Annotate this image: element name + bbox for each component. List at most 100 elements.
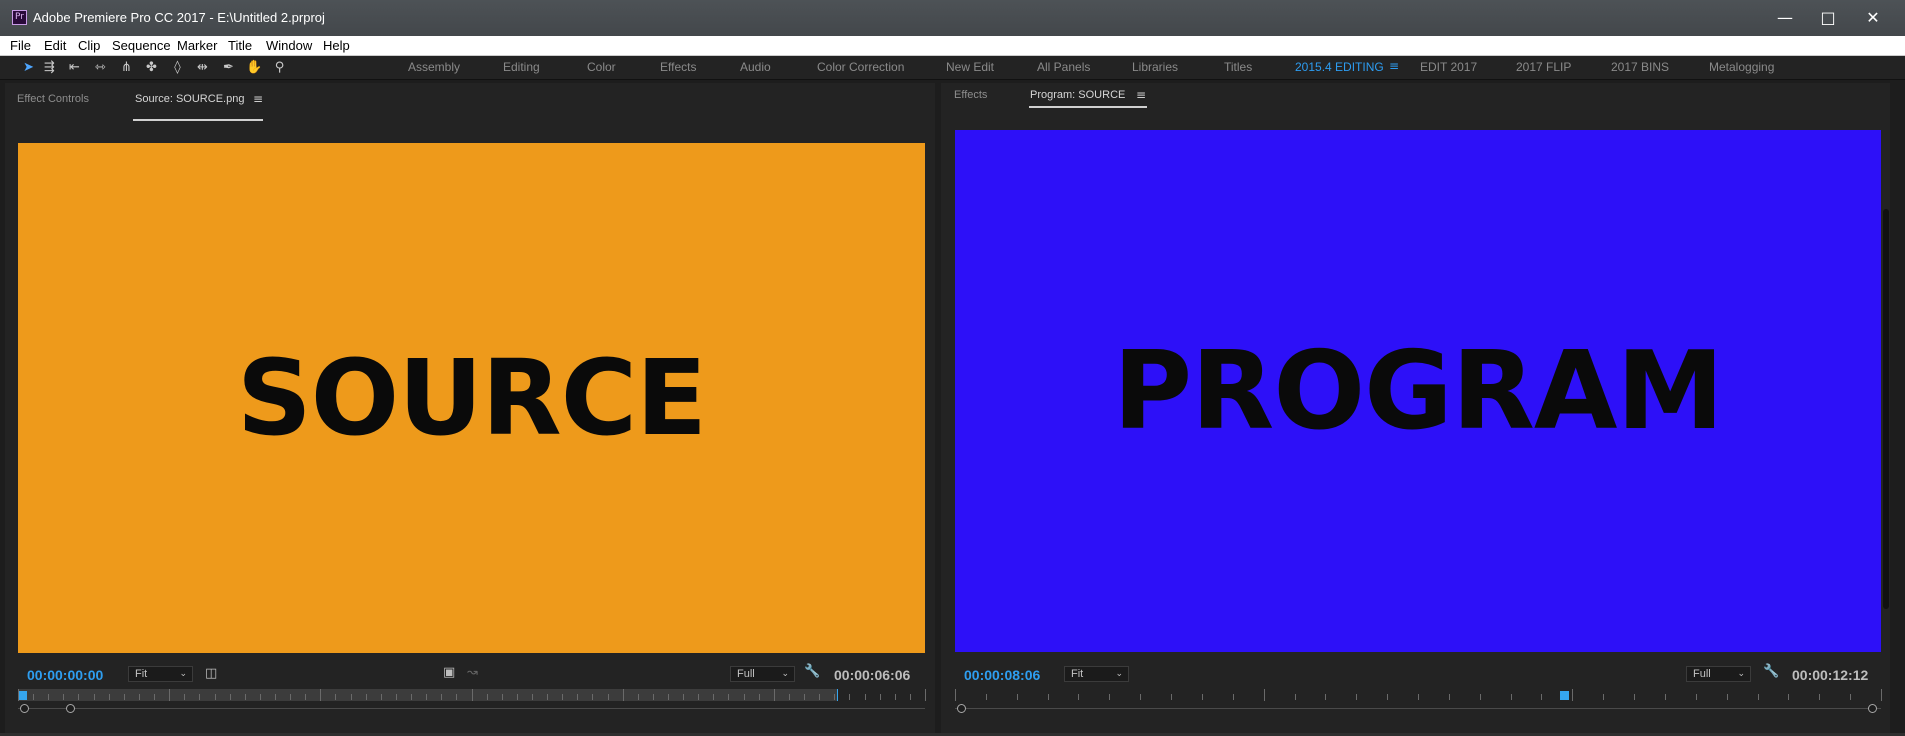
source-video-frame[interactable]: SOURCE: [18, 143, 925, 653]
workspace-assembly[interactable]: Assembly: [408, 60, 460, 74]
razor-tool-icon[interactable]: ✤: [142, 58, 161, 77]
workspace-libraries[interactable]: Libraries: [1132, 60, 1178, 74]
workspace-new-edit[interactable]: New Edit: [946, 60, 994, 74]
settings-wrench-icon[interactable]: 🔧: [804, 664, 820, 679]
ruler-tick: [1541, 694, 1542, 700]
minimize-icon[interactable]: —: [1762, 6, 1808, 30]
panel-menu-icon[interactable]: ≡: [1136, 88, 1146, 102]
rate-stretch-tool-icon[interactable]: ⋔: [117, 58, 136, 77]
ripple-edit-tool-icon[interactable]: ⇤: [65, 58, 84, 77]
hand-tool-icon[interactable]: ✋: [245, 58, 264, 77]
maximize-icon[interactable]: □: [1805, 6, 1851, 30]
program-zoom-scrollbar-track: [955, 708, 1881, 709]
ruler-tick: [608, 694, 609, 700]
slip-tool-icon[interactable]: ◊: [168, 58, 187, 77]
ruler-tick: [547, 694, 548, 700]
ruler-tick: [744, 694, 745, 700]
source-zoom-handle-right[interactable]: [66, 704, 75, 713]
program-playhead-timecode[interactable]: 00:00:08:06: [964, 667, 1040, 683]
ruler-tick: [1264, 689, 1265, 701]
source-playhead[interactable]: [18, 691, 27, 700]
zoom-tool-icon[interactable]: ⚲: [270, 58, 289, 77]
program-zoom-handle-right[interactable]: [1868, 704, 1877, 713]
ruler-tick: [109, 694, 110, 700]
ruler-tick: [532, 694, 533, 700]
ruler-tick: [1387, 694, 1388, 700]
rolling-edit-tool-icon[interactable]: ⇿: [91, 58, 110, 77]
ruler-tick: [925, 689, 926, 701]
ruler-tick: [880, 694, 881, 700]
drag-audio-icon[interactable]: ↝: [467, 665, 478, 680]
workspace-editing[interactable]: Editing: [503, 60, 540, 74]
ruler-tick: [1295, 694, 1296, 700]
ruler-tick: [1572, 689, 1573, 701]
program-playhead[interactable]: [1560, 691, 1569, 700]
ruler-tick: [834, 694, 835, 700]
chevron-down-icon: ⌄: [1737, 669, 1745, 679]
ruler-tick: [638, 694, 639, 700]
scrollbar-thumb[interactable]: [1883, 209, 1889, 609]
menu-help[interactable]: Help: [323, 38, 350, 53]
ruler-tick: [1758, 694, 1759, 700]
workspace-color-correction[interactable]: Color Correction: [817, 60, 904, 74]
ruler-tick: [774, 689, 775, 701]
workspace-edit-2017[interactable]: EDIT 2017: [1420, 60, 1477, 74]
active-tab-indicator: [1029, 106, 1147, 108]
menu-sequence[interactable]: Sequence: [112, 38, 171, 53]
workspace-menu-icon[interactable]: ≡: [1389, 59, 1399, 73]
slide-tool-icon[interactable]: ⇹: [193, 58, 212, 77]
source-time-ruler[interactable]: [18, 689, 926, 713]
tab-program[interactable]: Program: SOURCE: [1030, 89, 1125, 101]
workspace-color[interactable]: Color: [587, 60, 616, 74]
ruler-tick: [139, 694, 140, 700]
source-resolution-dropdown[interactable]: Full ⌄: [730, 666, 795, 682]
menu-marker[interactable]: Marker: [177, 38, 217, 53]
pen-tool-icon[interactable]: ✒: [219, 58, 238, 77]
workspace-audio[interactable]: Audio: [740, 60, 771, 74]
ruler-tick: [1202, 694, 1203, 700]
panel-menu-icon[interactable]: ≡: [253, 92, 263, 106]
workspace-2017-bins[interactable]: 2017 BINS: [1611, 60, 1669, 74]
program-zoom-dropdown[interactable]: Fit ⌄: [1064, 666, 1129, 682]
workspace-2015-4-editing[interactable]: 2015.4 EDITING: [1295, 60, 1384, 74]
menu-file[interactable]: File: [10, 38, 31, 53]
workspace-all-panels[interactable]: All Panels: [1037, 60, 1090, 74]
program-video-frame[interactable]: PROGRAM: [955, 130, 1881, 652]
tab-source[interactable]: Source: SOURCE.png: [135, 93, 244, 105]
settings-wrench-icon[interactable]: 🔧: [1763, 664, 1779, 679]
menu-title[interactable]: Title: [228, 38, 252, 53]
workspace-metalogging[interactable]: Metalogging: [1709, 60, 1774, 74]
drag-video-icon[interactable]: ▣: [443, 665, 455, 680]
source-zoom-handle-left[interactable]: [20, 704, 29, 713]
program-time-ruler[interactable]: [955, 689, 1882, 713]
ruler-tick: [653, 694, 654, 700]
workspace-effects[interactable]: Effects: [660, 60, 696, 74]
menu-clip[interactable]: Clip: [78, 38, 100, 53]
ruler-tick: [1078, 694, 1079, 700]
track-select-tool-icon[interactable]: ⇶: [40, 58, 59, 77]
program-zoom-handle-left[interactable]: [957, 704, 966, 713]
source-zoom-dropdown[interactable]: Fit ⌄: [128, 666, 193, 682]
ruler-tick: [759, 694, 760, 700]
select-zoom-icon[interactable]: ◫: [205, 666, 217, 681]
program-panel-scrollbar[interactable]: [1882, 179, 1890, 639]
tab-effect-controls[interactable]: Effect Controls: [17, 93, 89, 105]
close-icon[interactable]: ✕: [1850, 6, 1896, 30]
source-playhead-timecode[interactable]: 00:00:00:00: [27, 667, 103, 683]
menu-window[interactable]: Window: [266, 38, 312, 53]
workspace-2017-flip[interactable]: 2017 FLIP: [1516, 60, 1571, 74]
source-zoom-scrollbar-track: [18, 708, 925, 709]
ruler-tick: [910, 694, 911, 700]
menu-edit[interactable]: Edit: [44, 38, 66, 53]
ruler-tick: [1140, 694, 1141, 700]
selection-tool-icon[interactable]: ➤: [19, 58, 38, 77]
ruler-tick: [1788, 694, 1789, 700]
ruler-tick: [1449, 694, 1450, 700]
workspace-titles[interactable]: Titles: [1224, 60, 1252, 74]
premiere-app-icon: Pr: [12, 10, 27, 25]
ruler-tick: [502, 694, 503, 700]
ruler-tick: [1881, 689, 1882, 701]
tab-effects[interactable]: Effects: [954, 89, 987, 101]
program-resolution-dropdown[interactable]: Full ⌄: [1686, 666, 1751, 682]
ruler-tick: [895, 694, 896, 700]
